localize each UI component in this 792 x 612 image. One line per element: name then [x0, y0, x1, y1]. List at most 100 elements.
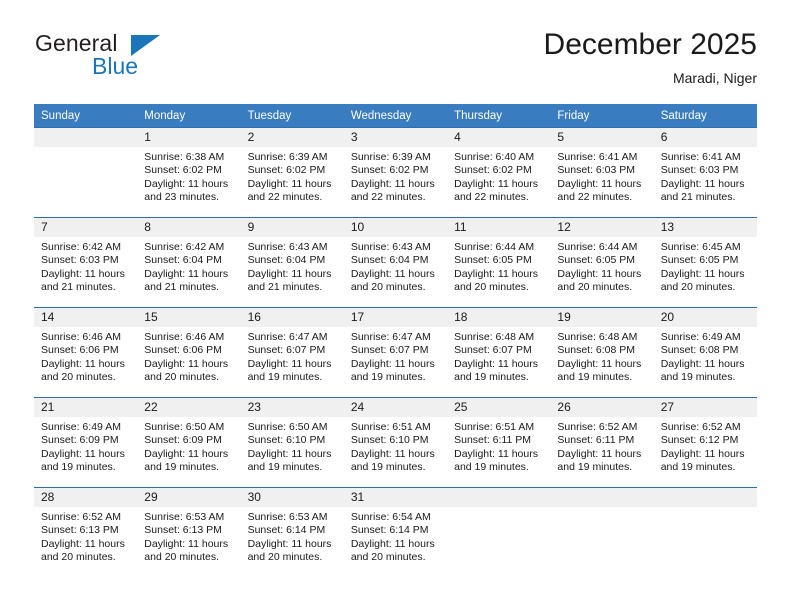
calendar-week-row: 1 Sunrise: 6:38 AM Sunset: 6:02 PM Daylight…	[34, 127, 757, 218]
sunset-text: Sunset: 6:13 PM	[144, 524, 222, 537]
calendar-day-cell[interactable]: 8 Sunrise: 6:42 AM Sunset: 6:04 PM Daylight…	[137, 217, 241, 308]
day-details: Sunrise: 6:45 AM Sunset: 6:05 PM Daylight:…	[654, 237, 757, 295]
sunrise-text: Sunrise: 6:52 AM	[41, 511, 121, 523]
day-number: 24	[343, 398, 448, 417]
sunrise-text: Sunrise: 6:42 AM	[41, 241, 121, 253]
calendar-day-cell[interactable]: 22 Sunrise: 6:50 AM Sunset: 6:09 PM Dayligh…	[137, 397, 241, 488]
day-number: 10	[343, 218, 448, 237]
calendar-day-cell[interactable]: 17 Sunrise: 6:47 AM Sunset: 6:07 PM Dayligh…	[343, 307, 448, 398]
daylight-text-line2: and 21 minutes.	[660, 191, 736, 204]
calendar-grid: Sunday Monday Tuesday Wednesday Thursday…	[34, 104, 757, 577]
calendar-day-cell[interactable]: 26 Sunrise: 6:52 AM Sunset: 6:11 PM Dayligh…	[550, 397, 654, 488]
calendar-day-cell[interactable]: 19 Sunrise: 6:48 AM Sunset: 6:08 PM Dayligh…	[550, 307, 654, 398]
sunset-text: Sunset: 6:04 PM	[144, 254, 222, 267]
calendar-day-cell[interactable]: 30 Sunrise: 6:53 AM Sunset: 6:14 PM Dayligh…	[240, 487, 344, 577]
sunset-text: Sunset: 6:11 PM	[557, 434, 635, 447]
day-number: 15	[137, 308, 241, 327]
sunset-text: Sunset: 6:02 PM	[350, 164, 429, 177]
daylight-text-line2: and 20 minutes.	[660, 281, 736, 294]
page-title: December 2025	[543, 28, 757, 61]
day-details: Sunrise: 6:41 AM Sunset: 6:03 PM Daylight:…	[550, 147, 653, 205]
calendar-day-cell[interactable]: 5 Sunrise: 6:41 AM Sunset: 6:03 PM Daylight…	[550, 127, 654, 218]
day-number: 30	[240, 488, 344, 507]
sunrise-text: Sunrise: 6:44 AM	[454, 241, 535, 253]
calendar-day-cell[interactable]: 25 Sunrise: 6:51 AM Sunset: 6:11 PM Dayligh…	[447, 397, 551, 488]
weekday-header-sunday: Sunday	[34, 104, 138, 128]
calendar-day-cell[interactable]: 18 Sunrise: 6:48 AM Sunset: 6:07 PM Dayligh…	[447, 307, 551, 398]
calendar-day-cell[interactable]: 14 Sunrise: 6:46 AM Sunset: 6:06 PM Dayligh…	[34, 307, 138, 398]
day-details: Sunrise: 6:52 AM Sunset: 6:12 PM Daylight:…	[654, 417, 757, 475]
sunset-text: Sunset: 6:14 PM	[247, 524, 326, 537]
daylight-text-line2: and 20 minutes.	[557, 281, 633, 294]
sunrise-text: Sunrise: 6:47 AM	[247, 331, 328, 343]
calendar-day-cell[interactable]: 11 Sunrise: 6:44 AM Sunset: 6:05 PM Dayligh…	[447, 217, 551, 308]
daylight-text-line2: and 20 minutes.	[350, 551, 426, 564]
sunset-text: Sunset: 6:10 PM	[247, 434, 326, 447]
calendar-day-cell[interactable]: 12 Sunrise: 6:44 AM Sunset: 6:05 PM Dayligh…	[550, 217, 654, 308]
daylight-text-line2: and 20 minutes.	[144, 551, 219, 564]
sunrise-text: Sunrise: 6:51 AM	[350, 421, 431, 433]
calendar-day-cell[interactable]: 24 Sunrise: 6:51 AM Sunset: 6:10 PM Dayligh…	[343, 397, 448, 488]
day-number: 31	[343, 488, 448, 507]
daylight-text-line1: Daylight: 11 hours	[41, 537, 125, 550]
daylight-text-line2: and 21 minutes.	[41, 281, 116, 294]
daylight-text-line1: Daylight: 11 hours	[247, 357, 332, 370]
calendar-day-cell[interactable]: 10 Sunrise: 6:43 AM Sunset: 6:04 PM Dayligh…	[343, 217, 448, 308]
calendar-day-cell[interactable]: 15 Sunrise: 6:46 AM Sunset: 6:06 PM Dayligh…	[137, 307, 241, 398]
calendar-day-cell[interactable]: 13 Sunrise: 6:45 AM Sunset: 6:05 PM Dayligh…	[653, 217, 757, 308]
daylight-text-line2: and 23 minutes.	[144, 191, 219, 204]
sunset-text: Sunset: 6:04 PM	[247, 254, 326, 267]
calendar-day-cell[interactable]: 16 Sunrise: 6:47 AM Sunset: 6:07 PM Dayligh…	[240, 307, 344, 398]
day-details: Sunrise: 6:50 AM Sunset: 6:10 PM Daylight:…	[241, 417, 344, 475]
sunset-text: Sunset: 6:07 PM	[350, 344, 429, 357]
weekday-header-tuesday: Tuesday	[240, 104, 344, 128]
calendar-day-cell[interactable]: 27 Sunrise: 6:52 AM Sunset: 6:12 PM Dayligh…	[653, 397, 757, 488]
day-number: 5	[550, 128, 654, 147]
daylight-text-line1: Daylight: 11 hours	[557, 357, 642, 370]
brand-logo[interactable]: General Blue	[35, 28, 255, 90]
calendar-day-cell[interactable]: 23 Sunrise: 6:50 AM Sunset: 6:10 PM Dayligh…	[240, 397, 344, 488]
sunrise-text: Sunrise: 6:45 AM	[660, 241, 741, 253]
calendar-week-row: 14 Sunrise: 6:46 AM Sunset: 6:06 PM Dayligh…	[34, 307, 757, 398]
sunrise-text: Sunrise: 6:51 AM	[454, 421, 535, 433]
weekday-header-thursday: Thursday	[447, 104, 551, 128]
location-subtitle: Maradi, Niger	[672, 70, 757, 86]
calendar-day-cell[interactable]: 3 Sunrise: 6:39 AM Sunset: 6:02 PM Daylight…	[343, 127, 448, 218]
calendar-week-row: 21 Sunrise: 6:49 AM Sunset: 6:09 PM Dayligh…	[34, 397, 757, 488]
sunrise-text: Sunrise: 6:47 AM	[350, 331, 431, 343]
calendar-day-cell[interactable]: 29 Sunrise: 6:53 AM Sunset: 6:13 PM Dayligh…	[137, 487, 241, 577]
sunrise-text: Sunrise: 6:53 AM	[247, 511, 328, 523]
sunset-text: Sunset: 6:05 PM	[557, 254, 636, 267]
day-number: 3	[343, 128, 448, 147]
daylight-text-line2: and 20 minutes.	[454, 281, 529, 294]
day-details: Sunrise: 6:42 AM Sunset: 6:04 PM Daylight:…	[137, 237, 240, 295]
daylight-text-line2: and 19 minutes.	[41, 461, 116, 474]
calendar-day-cell[interactable]: 4 Sunrise: 6:40 AM Sunset: 6:02 PM Daylight…	[447, 127, 551, 218]
day-details: Sunrise: 6:51 AM Sunset: 6:11 PM Daylight:…	[447, 417, 550, 475]
calendar-day-cell[interactable]: 28 Sunrise: 6:52 AM Sunset: 6:13 PM Dayligh…	[34, 487, 138, 577]
calendar-day-cell[interactable]: 2 Sunrise: 6:39 AM Sunset: 6:02 PM Daylight…	[240, 127, 344, 218]
day-number: 13	[653, 218, 757, 237]
calendar-day-cell[interactable]: 21 Sunrise: 6:49 AM Sunset: 6:09 PM Dayligh…	[34, 397, 138, 488]
daylight-text-line1: Daylight: 11 hours	[144, 177, 229, 190]
daylight-text-line2: and 20 minutes.	[41, 371, 116, 384]
day-details: Sunrise: 6:49 AM Sunset: 6:09 PM Daylight:…	[34, 417, 137, 475]
day-number	[653, 488, 757, 507]
calendar-day-cell[interactable]: 1 Sunrise: 6:38 AM Sunset: 6:02 PM Daylight…	[137, 127, 241, 218]
calendar-day-cell[interactable]: 20 Sunrise: 6:49 AM Sunset: 6:08 PM Dayligh…	[653, 307, 757, 398]
daylight-text-line1: Daylight: 11 hours	[144, 537, 229, 550]
daylight-text-line2: and 19 minutes.	[350, 371, 426, 384]
day-number: 1	[137, 128, 241, 147]
sunrise-text: Sunrise: 6:49 AM	[41, 421, 121, 433]
day-details: Sunrise: 6:47 AM Sunset: 6:07 PM Daylight:…	[241, 327, 344, 385]
calendar-day-cell[interactable]: 9 Sunrise: 6:43 AM Sunset: 6:04 PM Daylight…	[240, 217, 344, 308]
day-number: 7	[34, 218, 138, 237]
daylight-text-line1: Daylight: 11 hours	[350, 267, 435, 280]
calendar-day-cell[interactable]: 31 Sunrise: 6:54 AM Sunset: 6:14 PM Dayligh…	[343, 487, 448, 577]
calendar-day-cell[interactable]: 6 Sunrise: 6:41 AM Sunset: 6:03 PM Daylight…	[653, 127, 757, 218]
calendar-day-cell[interactable]: 7 Sunrise: 6:42 AM Sunset: 6:03 PM Daylight…	[34, 217, 138, 308]
daylight-text-line2: and 19 minutes.	[660, 461, 736, 474]
sunset-text: Sunset: 6:05 PM	[660, 254, 739, 267]
sunrise-text: Sunrise: 6:50 AM	[247, 421, 328, 433]
day-details: Sunrise: 6:43 AM Sunset: 6:04 PM Daylight:…	[241, 237, 344, 295]
